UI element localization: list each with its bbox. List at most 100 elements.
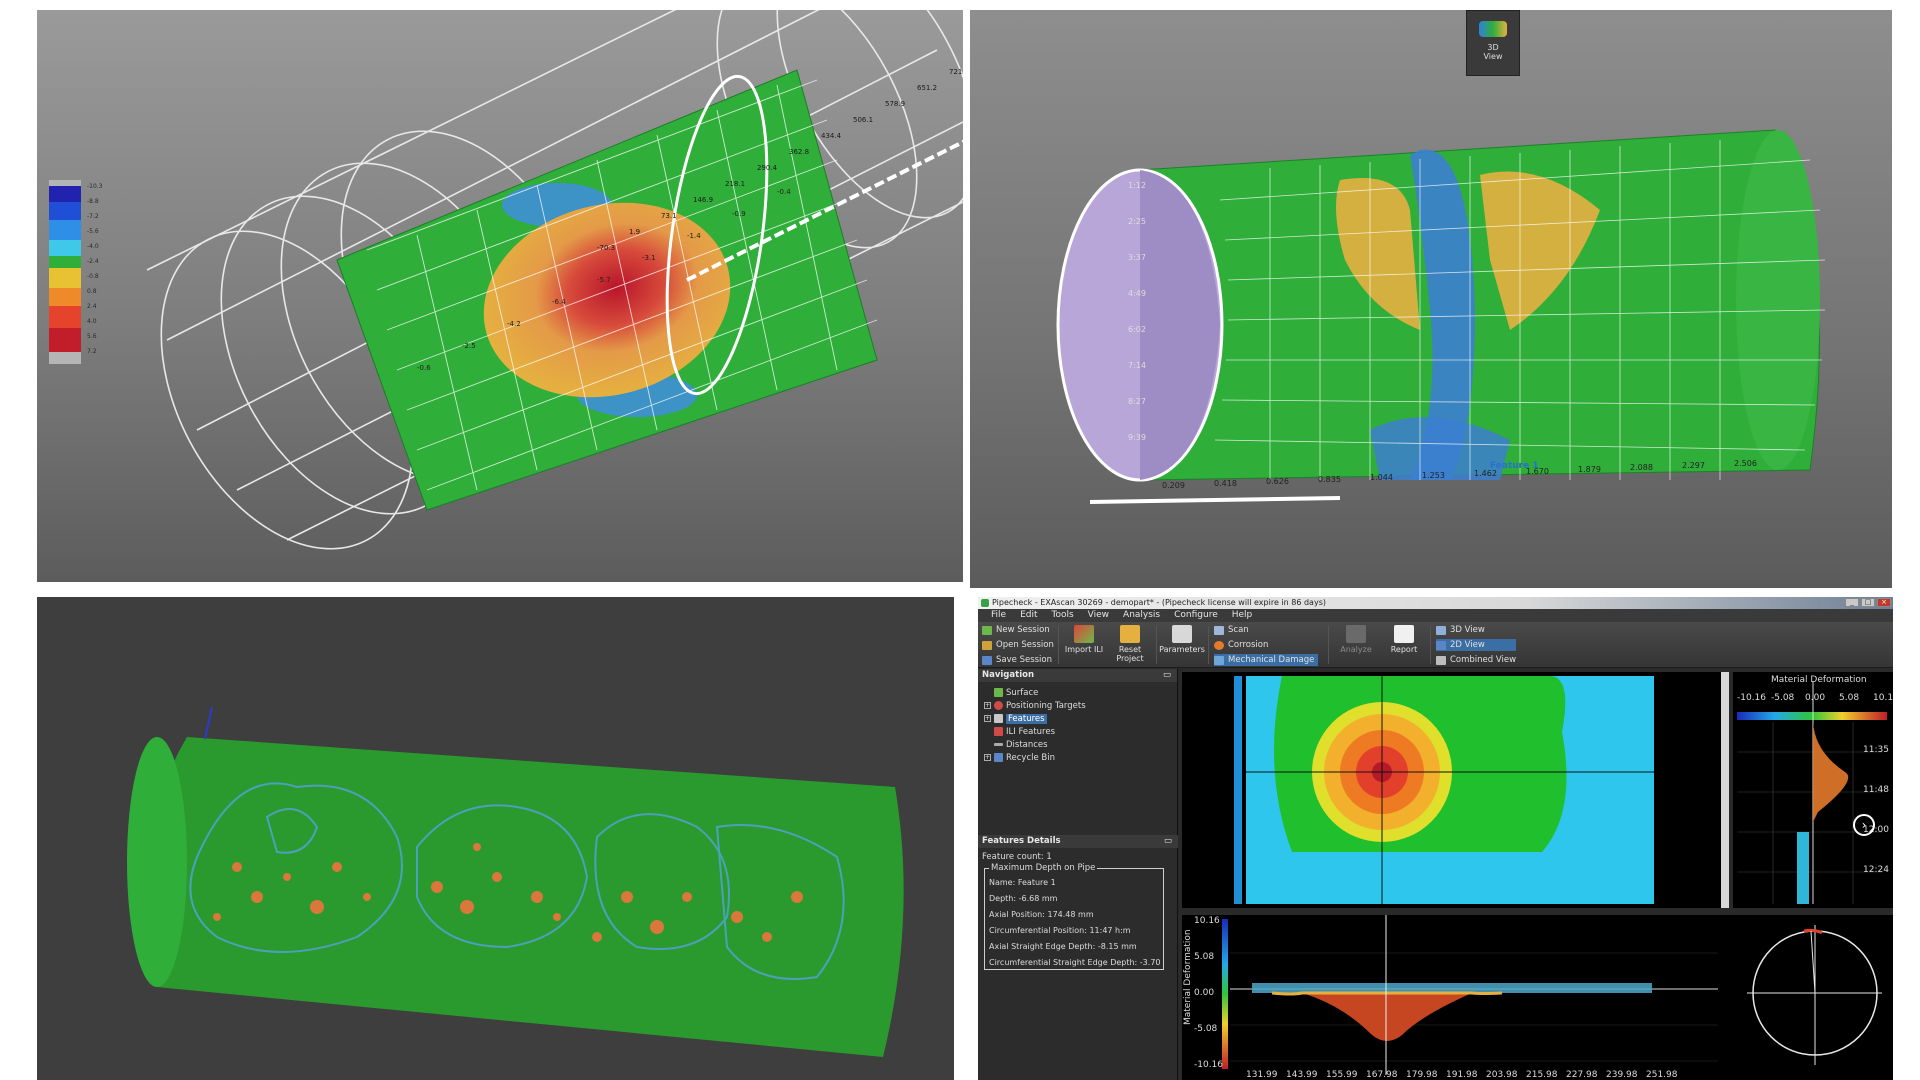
pin-icon[interactable]: ▭ bbox=[1163, 669, 1171, 682]
new-session-button[interactable]: New Session bbox=[982, 624, 1054, 636]
ring-label: 2:25 bbox=[1128, 217, 1146, 226]
profile-y-tick: 0.00 bbox=[1194, 988, 1214, 998]
map-vertical-scrollbar[interactable] bbox=[1721, 672, 1729, 908]
navigation-pane: Navigation ▭ Surface + Positioning Targets… bbox=[978, 669, 1178, 1080]
view-3d-button[interactable]: 3D View bbox=[1466, 10, 1520, 76]
tree-item-recycle-bin[interactable]: + Recycle Bin bbox=[984, 751, 1177, 764]
menu-file[interactable]: File bbox=[984, 609, 1013, 622]
detail-name: Name: Feature 1 bbox=[989, 878, 1056, 887]
analyze-button[interactable]: Analyze bbox=[1334, 625, 1378, 654]
expand-icon[interactable]: + bbox=[984, 715, 991, 722]
profile-grid bbox=[1230, 952, 1718, 1062]
tree-item-ili-features[interactable]: ILI Features bbox=[984, 725, 1177, 738]
menu-analysis[interactable]: Analysis bbox=[1116, 609, 1167, 622]
scale-label: 7.2 bbox=[87, 348, 97, 355]
md-scale-label: 0.00 bbox=[1805, 693, 1825, 703]
pin-icon[interactable]: ▭ bbox=[1164, 835, 1172, 848]
ring-label: 7:14 bbox=[1128, 361, 1146, 370]
scan-icon bbox=[1214, 625, 1224, 635]
scale-label: -2.4 bbox=[87, 258, 99, 265]
corrosion-mode-button[interactable]: Corrosion bbox=[1214, 639, 1318, 651]
navigation-tree: Surface + Positioning Targets + Features I… bbox=[978, 682, 1177, 764]
menu-edit[interactable]: Edit bbox=[1013, 609, 1044, 622]
window-titlebar: Pipecheck - EXAscan 30269 - demopart* - … bbox=[978, 597, 1893, 609]
import-ili-icon bbox=[1074, 625, 1094, 643]
deformation-map-canvas bbox=[1234, 676, 1654, 904]
analyze-icon bbox=[1346, 625, 1366, 643]
axial-label: 506.1 bbox=[853, 116, 873, 124]
circle-canvas bbox=[1747, 925, 1882, 1065]
pipe-3d-view-dent[interactable]: -10.3 -8.8 -7.2 -5.6 -4.0 -2.4 -0.8 0.8 2.4 4.0 5.… bbox=[37, 10, 963, 582]
import-ili-button[interactable]: Import ILI bbox=[1062, 625, 1106, 654]
axis-label: 1.044 bbox=[1370, 473, 1393, 482]
report-button[interactable]: Report bbox=[1382, 625, 1426, 654]
axial-label: 721.7 bbox=[949, 68, 963, 76]
profile-x-tick: 167.98 bbox=[1366, 1070, 1398, 1080]
axial-profile-chart: Material Deformation 10.16 5.08 0.00 -5.08 -… bbox=[1182, 915, 1722, 1080]
parameters-button[interactable]: Parameters bbox=[1159, 625, 1205, 654]
pipe-number-label: -5.7 bbox=[597, 276, 611, 284]
save-icon bbox=[982, 655, 992, 665]
scan-mode-button[interactable]: Scan bbox=[1214, 624, 1318, 636]
targets-icon bbox=[994, 701, 1003, 710]
scale-label: -10.3 bbox=[87, 183, 103, 190]
expand-icon[interactable]: + bbox=[984, 754, 991, 761]
wave-icon bbox=[1479, 21, 1507, 37]
material-deformation-title: Material Deformation bbox=[1771, 675, 1867, 685]
profile-y-label: Material Deformation bbox=[1183, 929, 1193, 1025]
axis-label: 0.418 bbox=[1214, 479, 1237, 488]
pipe-number-label: -1.4 bbox=[687, 232, 701, 240]
menu-view[interactable]: View bbox=[1081, 609, 1116, 622]
mechanical-damage-icon bbox=[1214, 655, 1224, 665]
tree-item-surface[interactable]: Surface bbox=[984, 686, 1177, 699]
axial-profile-canvas: Material Deformation 10.16 5.08 0.00 -5.08 -… bbox=[1183, 915, 1718, 1080]
axial-label: 146.9 bbox=[693, 196, 713, 204]
profile-x-tick: 131.99 bbox=[1246, 1070, 1278, 1080]
pipe-3d-view-corrosion[interactable] bbox=[37, 597, 954, 1080]
menu-configure[interactable]: Configure bbox=[1167, 609, 1225, 622]
view-3d-option[interactable]: 3D View bbox=[1436, 624, 1516, 636]
mechanical-damage-mode-button[interactable]: Mechanical Damage bbox=[1214, 654, 1319, 666]
pipe-3d-canvas: -10.3 -8.8 -7.2 -5.6 -4.0 -2.4 -0.8 0.8 2.4 4.0 5.… bbox=[49, 10, 963, 550]
tree-item-positioning-targets[interactable]: + Positioning Targets bbox=[984, 699, 1177, 712]
minimize-button[interactable]: _ bbox=[1845, 598, 1859, 607]
view-2d-option[interactable]: 2D View bbox=[1436, 639, 1517, 651]
next-arrow-button[interactable]: › bbox=[1853, 814, 1875, 836]
save-session-button[interactable]: Save Session bbox=[982, 654, 1054, 666]
combined-view-option[interactable]: Combined View bbox=[1436, 654, 1516, 666]
pipe-3d-weld-canvas: 0.209 0.418 0.626 0.835 1.044 1.253 1.462 1.670… bbox=[1056, 129, 1826, 504]
close-button[interactable]: × bbox=[1877, 598, 1891, 607]
profile-x-tick: 239.98 bbox=[1606, 1070, 1638, 1080]
scale-label: -0.8 bbox=[87, 273, 99, 280]
profile-x-tick: 191.98 bbox=[1446, 1070, 1478, 1080]
menu-tools[interactable]: Tools bbox=[1045, 609, 1081, 622]
depth-color-scale bbox=[49, 180, 81, 364]
expand-icon[interactable]: + bbox=[984, 702, 991, 709]
ring-label: 4:49 bbox=[1128, 289, 1146, 298]
axis-marker bbox=[204, 706, 213, 740]
menu-help[interactable]: Help bbox=[1225, 609, 1260, 622]
axis-label: 2.506 bbox=[1734, 459, 1757, 468]
map-left-edge bbox=[1234, 676, 1242, 904]
tree-item-distances[interactable]: Distances bbox=[984, 738, 1177, 751]
axis-label: 1.879 bbox=[1578, 465, 1601, 474]
open-session-button[interactable]: Open Session bbox=[982, 639, 1054, 651]
session-group: New Session Open Session Save Session bbox=[982, 624, 1054, 666]
view-3d-icon bbox=[1436, 625, 1446, 635]
profile-grid bbox=[1737, 722, 1883, 904]
deformation-profile-tail bbox=[1797, 832, 1809, 904]
feature-label: Feature 1 bbox=[1490, 461, 1539, 471]
pipe-3d-view-weld[interactable]: 0.209 0.418 0.626 0.835 1.044 1.253 1.462 1.670… bbox=[970, 10, 1892, 588]
view-2d-icon bbox=[1436, 640, 1446, 650]
profile-x-tick: 155.99 bbox=[1326, 1070, 1358, 1080]
report-icon bbox=[1394, 625, 1414, 643]
deformation-2d-map[interactable] bbox=[1182, 672, 1722, 908]
profile-y-tick: -10.16 bbox=[1194, 1060, 1223, 1070]
reset-project-button[interactable]: Reset Project bbox=[1108, 625, 1152, 663]
tree-item-features[interactable]: + Features bbox=[984, 712, 1177, 725]
reset-project-icon bbox=[1120, 625, 1140, 643]
profile-x-tick: 251.98 bbox=[1646, 1070, 1678, 1080]
maximize-button[interactable]: □ bbox=[1861, 598, 1875, 607]
surface-icon bbox=[994, 688, 1003, 697]
ribbon-toolbar: New Session Open Session Save Session Im… bbox=[978, 622, 1893, 668]
